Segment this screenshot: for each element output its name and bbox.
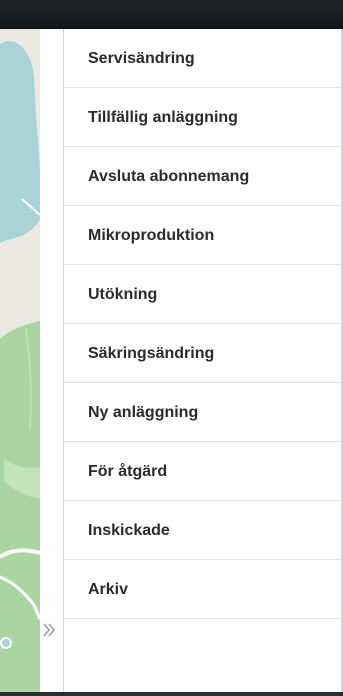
menu-item-label: För åtgärd: [88, 462, 168, 480]
menu-item-label: Säkringsändring: [88, 344, 215, 362]
map-canvas: [0, 29, 40, 696]
menu-item-inskickade[interactable]: Inskickade: [64, 501, 343, 560]
category-menu-panel: Servisändring Tillfällig anläggning Avsl…: [63, 29, 343, 696]
bottom-bar: [0, 692, 343, 696]
menu-item-ny-anlaggning[interactable]: Ny anläggning: [64, 383, 343, 442]
menu-item-label: Utökning: [88, 285, 158, 303]
double-chevron-right-icon[interactable]: [40, 610, 58, 650]
menu-item-label: Avsluta abonnemang: [88, 167, 250, 185]
menu-item-label: Arkiv: [88, 580, 129, 598]
menu-item-label: Mikroproduktion: [88, 226, 215, 244]
map-view[interactable]: [0, 29, 40, 696]
menu-item-label: Tillfällig anläggning: [88, 108, 238, 126]
menu-item-utokning[interactable]: Utökning: [64, 265, 343, 324]
menu-item-mikroproduktion[interactable]: Mikroproduktion: [64, 206, 343, 265]
menu-item-servisandring[interactable]: Servisändring: [64, 29, 343, 88]
menu-item-sakringsandring[interactable]: Säkringsändring: [64, 324, 343, 383]
menu-item-arkiv[interactable]: Arkiv: [64, 560, 343, 619]
category-menu: Servisändring Tillfällig anläggning Avsl…: [64, 29, 343, 619]
menu-item-avsluta-abonnemang[interactable]: Avsluta abonnemang: [64, 147, 343, 206]
menu-item-label: Inskickade: [88, 521, 170, 539]
menu-item-for-atgard[interactable]: För åtgärd: [64, 442, 343, 501]
menu-item-label: Servisändring: [88, 49, 195, 67]
menu-item-label: Ny anläggning: [88, 403, 199, 421]
top-bar: [0, 0, 343, 29]
menu-item-tillfallig-anlaggning[interactable]: Tillfällig anläggning: [64, 88, 343, 147]
